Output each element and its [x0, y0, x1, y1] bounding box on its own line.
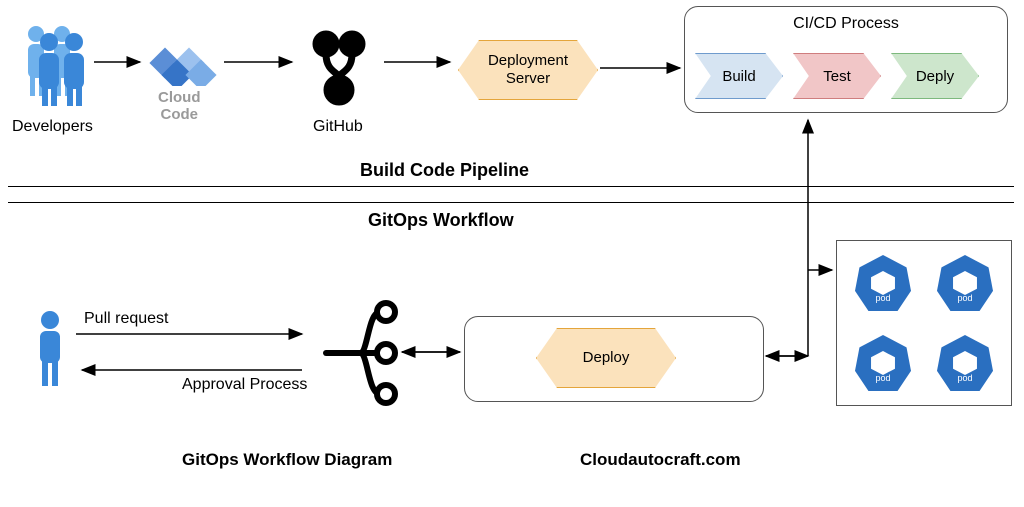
- footer-right: Cloudautocraft.com: [580, 450, 741, 470]
- footer-left: GitOps Workflow Diagram: [182, 450, 392, 470]
- bottom-arrows: [0, 0, 1024, 507]
